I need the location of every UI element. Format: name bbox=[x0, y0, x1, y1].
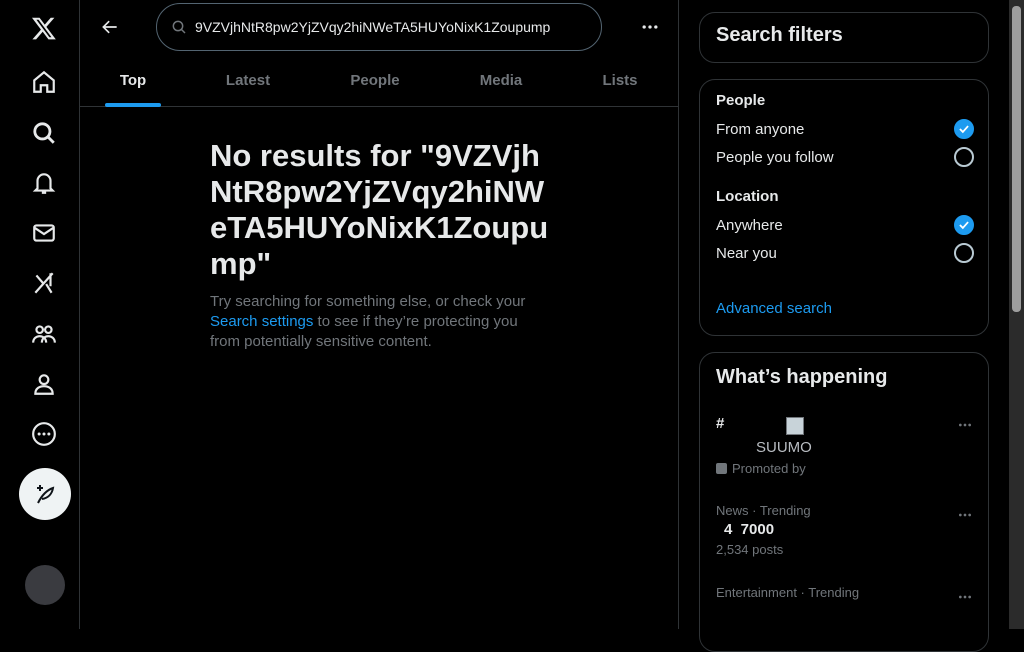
advanced-search-link[interactable]: Advanced search bbox=[716, 300, 832, 317]
tab-label: Latest bbox=[225, 72, 271, 89]
no-results-title: No results for "9VZVjhNtR8pw2YjZVqy2hiNW… bbox=[210, 138, 549, 281]
trend-name: 4 7000 bbox=[724, 521, 775, 538]
back-arrow-icon[interactable] bbox=[92, 9, 128, 45]
filter-people-you-follow[interactable]: People you follow bbox=[716, 143, 974, 171]
no-results-message: Try searching for something else, or che… bbox=[210, 292, 550, 352]
radio-checked-icon[interactable] bbox=[954, 119, 974, 139]
tab-latest[interactable]: Latest bbox=[186, 54, 310, 107]
tab-label: Top bbox=[119, 72, 147, 89]
page-scrollbar[interactable] bbox=[1009, 0, 1024, 629]
grok-icon[interactable] bbox=[19, 258, 69, 308]
tab-label: Lists bbox=[602, 72, 638, 89]
explore-search-icon[interactable] bbox=[19, 108, 69, 158]
search-input[interactable] bbox=[193, 18, 593, 36]
promoted-icon bbox=[716, 463, 727, 474]
tab-lists[interactable]: Lists bbox=[562, 54, 678, 107]
main-column: Top Latest People Media Lists No results… bbox=[80, 0, 679, 629]
tab-label: Media bbox=[479, 72, 523, 89]
trend-more-icon[interactable] bbox=[952, 504, 978, 526]
home-icon[interactable] bbox=[19, 57, 69, 107]
trend-more-icon[interactable] bbox=[952, 586, 978, 608]
account-avatar[interactable] bbox=[25, 565, 65, 605]
more-circle-icon[interactable] bbox=[19, 409, 69, 459]
search-header bbox=[80, 0, 679, 54]
feather-plus-icon bbox=[37, 485, 55, 504]
trend-more-icon[interactable] bbox=[952, 414, 978, 436]
profile-icon[interactable] bbox=[19, 359, 69, 409]
active-tab-indicator bbox=[105, 103, 161, 107]
filter-from-anyone[interactable]: From anyone bbox=[716, 115, 974, 143]
filter-label: People you follow bbox=[716, 148, 834, 166]
search-settings-link[interactable]: Search settings bbox=[210, 313, 313, 330]
radio-checked-icon[interactable] bbox=[954, 215, 974, 235]
promoted-trend[interactable]: # SUUMO Promoted by bbox=[716, 415, 976, 485]
people-section-label: People bbox=[716, 92, 766, 109]
filter-label: From anyone bbox=[716, 120, 805, 138]
radio-unchecked-icon[interactable] bbox=[954, 147, 974, 167]
promoted-by: Promoted by bbox=[716, 461, 806, 476]
trend-post-count: 2,534 posts bbox=[716, 542, 784, 557]
search-filters-title: Search filters bbox=[716, 24, 843, 46]
broken-image-icon bbox=[786, 417, 804, 435]
whats-happening-title: What’s happening bbox=[716, 366, 888, 388]
tab-people[interactable]: People bbox=[310, 54, 440, 107]
search-icon bbox=[172, 20, 186, 34]
search-filters-panel: People From anyone People you follow Loc… bbox=[699, 79, 989, 336]
message-text: Try searching for something else, or che… bbox=[210, 293, 526, 310]
trend-category: Entertainment · Trending bbox=[716, 585, 860, 600]
communities-icon[interactable] bbox=[19, 309, 69, 359]
notifications-bell-icon[interactable] bbox=[19, 158, 69, 208]
filter-anywhere[interactable]: Anywhere bbox=[716, 211, 974, 239]
search-filters-header: Search filters bbox=[699, 12, 989, 63]
search-bar[interactable] bbox=[156, 3, 602, 51]
left-nav bbox=[0, 0, 80, 629]
trend-hashtag: # bbox=[716, 415, 725, 432]
x-logo-icon[interactable] bbox=[19, 3, 69, 53]
empty-state: No results for "9VZVjhNtR8pw2YjZVqy2hiNW… bbox=[210, 138, 550, 352]
trend-category: News · Trending bbox=[716, 503, 811, 518]
scrollbar-thumb[interactable] bbox=[1012, 6, 1021, 312]
tab-top[interactable]: Top bbox=[80, 54, 186, 107]
filter-label: Anywhere bbox=[716, 216, 783, 234]
trend-item[interactable]: Entertainment · Trending bbox=[716, 585, 976, 600]
filter-label: Near you bbox=[716, 244, 777, 262]
whats-happening-panel: What’s happening # SUUMO Promoted by New… bbox=[699, 352, 989, 652]
filter-near-you[interactable]: Near you bbox=[716, 239, 974, 267]
messages-mail-icon[interactable] bbox=[19, 208, 69, 258]
trend-item[interactable]: News · Trending 4 7000 2,534 posts bbox=[716, 503, 976, 557]
promo-brand: SUUMO bbox=[756, 439, 812, 456]
location-section-label: Location bbox=[716, 188, 779, 205]
more-options-icon[interactable] bbox=[632, 9, 668, 45]
tab-media[interactable]: Media bbox=[440, 54, 562, 107]
compose-post-button[interactable] bbox=[19, 468, 71, 520]
search-tabs: Top Latest People Media Lists bbox=[80, 54, 679, 107]
tab-label: People bbox=[350, 72, 400, 89]
promoted-label: Promoted by bbox=[732, 461, 806, 476]
radio-unchecked-icon[interactable] bbox=[954, 243, 974, 263]
